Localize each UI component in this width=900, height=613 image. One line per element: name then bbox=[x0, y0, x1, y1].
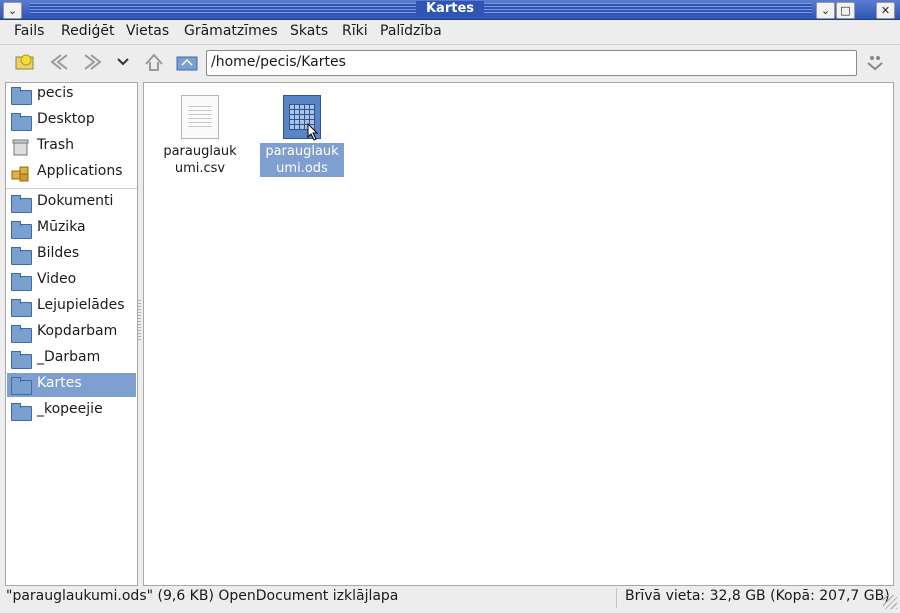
sidebar-item-kopdarbam[interactable]: Kopdarbam bbox=[7, 321, 136, 345]
sidebar-item-label: Applications bbox=[37, 163, 123, 179]
sidebar-item-pecis[interactable]: pecis bbox=[7, 83, 136, 107]
status-selection-info: "parauglaukumi.ods" (9,6 KB) OpenDocumen… bbox=[6, 588, 399, 604]
location-toggle-icon[interactable] bbox=[864, 52, 886, 72]
sidebar-item-label: Bildes bbox=[37, 245, 80, 261]
status-free-space: Brīvā vieta: 32,8 GB (Kopā: 207,7 GB) bbox=[625, 588, 890, 604]
menu-bar: Fails Rediģēt Vietas Grāmatzīmes Skats R… bbox=[0, 20, 900, 45]
toolbar: /home/pecis/Kartes bbox=[0, 45, 900, 79]
window-menu-icon[interactable]: ⌄ bbox=[3, 2, 22, 19]
close-button[interactable]: ✕ bbox=[876, 2, 895, 19]
folder-icon bbox=[11, 403, 32, 421]
file-name: parauglaukumi.csv bbox=[163, 144, 237, 176]
new-folder-icon[interactable] bbox=[14, 52, 36, 72]
sidebar-item-video[interactable]: Video bbox=[7, 269, 136, 293]
sidebar-item-label: Trash bbox=[37, 137, 74, 153]
window-resize-grip-icon[interactable] bbox=[883, 595, 897, 609]
sidebar-item-label: pecis bbox=[37, 85, 74, 101]
sidebar-item-bildes[interactable]: Bildes bbox=[7, 243, 136, 267]
sidebar-item-label: Desktop bbox=[37, 111, 95, 127]
sidebar-item-trash[interactable]: Trash bbox=[7, 135, 136, 159]
sidebar-item-applications[interactable]: Applications bbox=[7, 161, 136, 185]
home-icon[interactable] bbox=[176, 52, 198, 72]
folder-icon bbox=[11, 377, 32, 395]
title-bar: ⌄ Kartes ⌄ □ ✕ bbox=[0, 0, 900, 20]
status-divider bbox=[616, 588, 617, 608]
up-icon[interactable] bbox=[143, 52, 165, 72]
folder-icon bbox=[11, 325, 32, 343]
menu-skats[interactable]: Skats bbox=[290, 23, 328, 39]
folder-icon bbox=[11, 247, 32, 265]
file-item[interactable]: parauglaukumi.csv bbox=[158, 95, 242, 177]
sidebar-item-label: Video bbox=[37, 271, 77, 287]
sidebar-item-label: Kartes bbox=[37, 375, 82, 391]
folder-icon bbox=[11, 351, 32, 369]
home-folder-icon bbox=[11, 87, 32, 105]
window-title: Kartes bbox=[415, 1, 485, 16]
status-bar: "parauglaukumi.ods" (9,6 KB) OpenDocumen… bbox=[0, 586, 900, 613]
sidebar-item-label: _kopeejie bbox=[37, 401, 103, 417]
sidebar-divider bbox=[6, 188, 137, 189]
sidebar-item-label: Lejupielādes bbox=[37, 297, 125, 313]
sidebar-item-muzika[interactable]: Mūzika bbox=[7, 217, 136, 241]
file-view[interactable]: parauglaukumi.csv parauglaukumi.ods bbox=[143, 82, 894, 586]
maximize-button[interactable]: □ bbox=[836, 2, 855, 19]
sidebar-item-label: Dokumenti bbox=[37, 193, 114, 209]
menu-vietas[interactable]: Vietas bbox=[126, 23, 169, 39]
sidebar-item-kopeejie[interactable]: _kopeejie bbox=[7, 399, 136, 423]
file-item-selected[interactable]: parauglaukumi.ods bbox=[260, 95, 344, 177]
applications-icon bbox=[11, 165, 30, 182]
minimize-button[interactable]: ⌄ bbox=[816, 2, 835, 19]
sidebar-item-darbam[interactable]: _Darbam bbox=[7, 347, 136, 371]
sidebar-item-kartes[interactable]: Kartes bbox=[7, 373, 136, 397]
folder-icon bbox=[11, 273, 32, 291]
menu-rediget[interactable]: Rediģēt bbox=[61, 23, 114, 39]
sidebar-item-label: Mūzika bbox=[37, 219, 86, 235]
history-dropdown-icon[interactable] bbox=[112, 52, 134, 72]
mouse-cursor-icon bbox=[307, 122, 319, 145]
back-icon[interactable] bbox=[47, 52, 69, 72]
desktop-folder-icon bbox=[11, 113, 32, 131]
pane-resize-handle[interactable] bbox=[137, 300, 141, 340]
sidebar-item-label: Kopdarbam bbox=[37, 323, 118, 339]
location-text: /home/pecis/Kartes bbox=[211, 54, 346, 70]
folder-icon bbox=[11, 299, 32, 317]
folder-icon bbox=[11, 221, 32, 239]
file-name: parauglaukumi.ods bbox=[260, 143, 344, 177]
location-bar[interactable]: /home/pecis/Kartes bbox=[206, 50, 857, 76]
sidebar-item-dokumenti[interactable]: Dokumenti bbox=[7, 191, 136, 215]
sidebar-item-lejupielades[interactable]: Lejupielādes bbox=[7, 295, 136, 319]
menu-gramatzimes[interactable]: Grāmatzīmes bbox=[184, 23, 278, 39]
text-document-icon bbox=[181, 95, 219, 139]
menu-riki[interactable]: Rīki bbox=[342, 23, 368, 39]
menu-palidziba[interactable]: Palīdzība bbox=[380, 23, 442, 39]
folder-icon bbox=[11, 195, 32, 213]
forward-icon[interactable] bbox=[82, 52, 104, 72]
trash-icon bbox=[11, 139, 30, 156]
sidebar-item-label: _Darbam bbox=[37, 349, 101, 365]
menu-fails[interactable]: Fails bbox=[14, 23, 44, 39]
sidebar: pecis Desktop Trash Applications Dokumen… bbox=[5, 82, 138, 586]
sidebar-item-desktop[interactable]: Desktop bbox=[7, 109, 136, 133]
